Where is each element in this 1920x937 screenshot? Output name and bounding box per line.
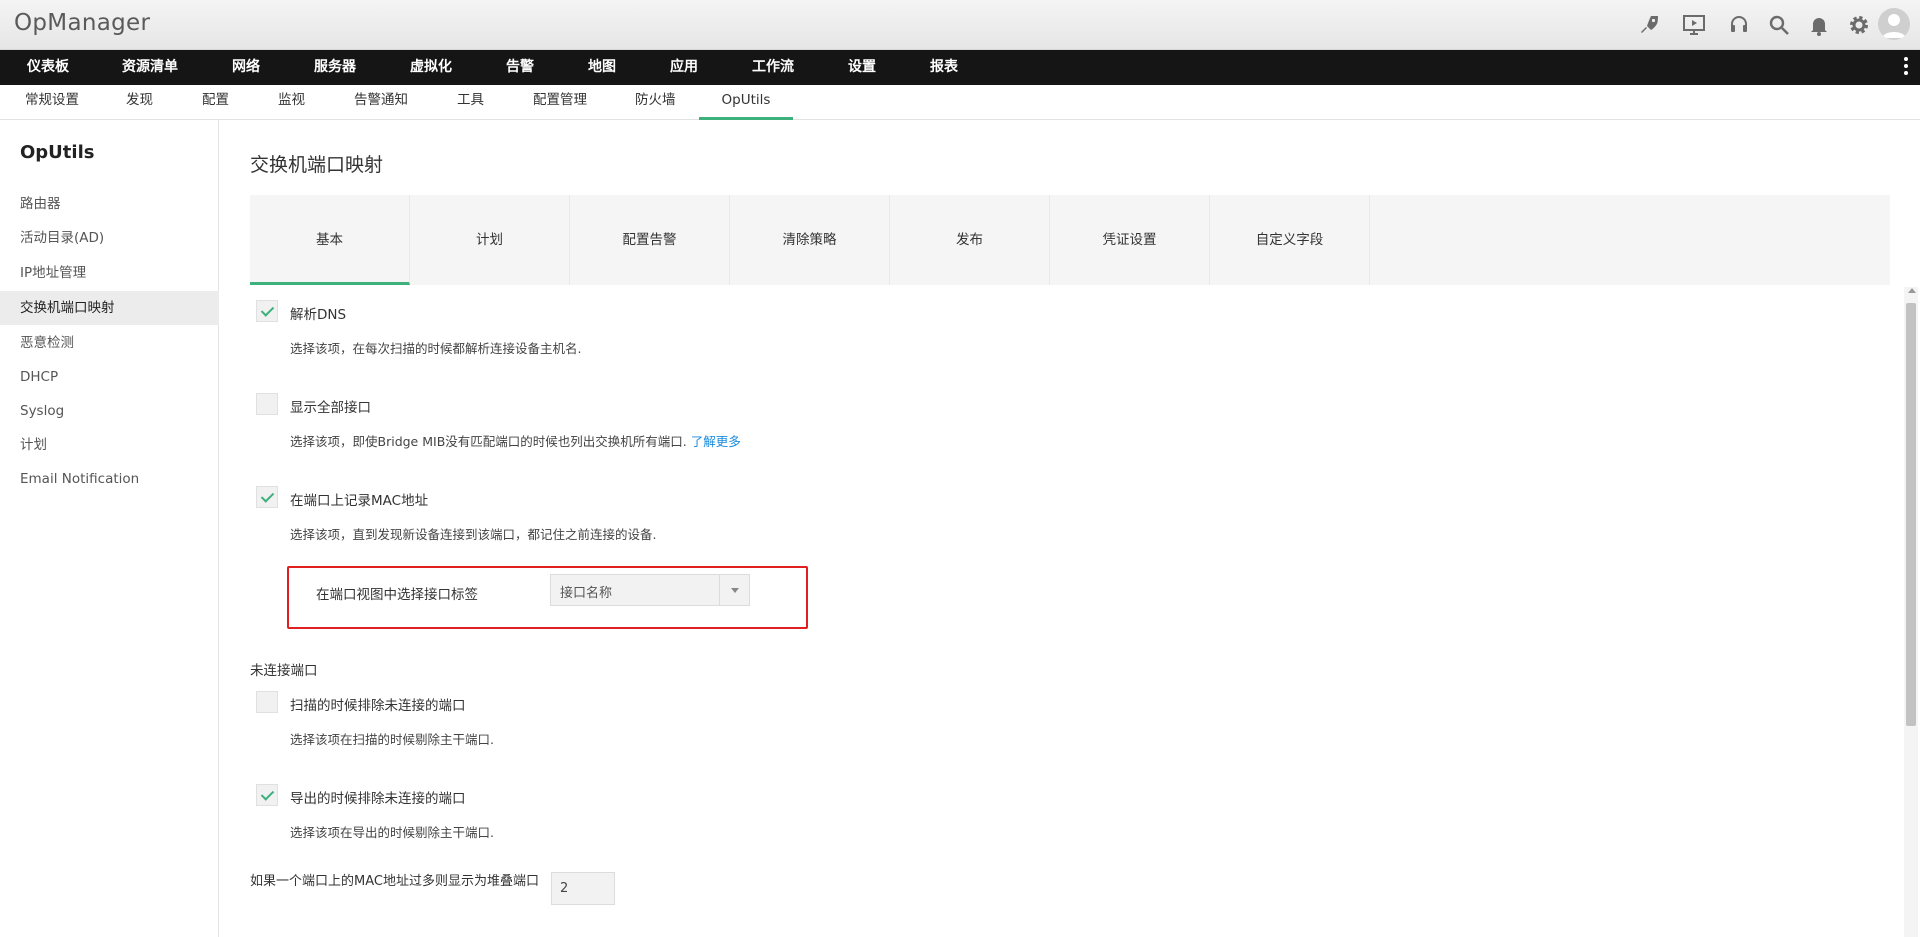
more-menu-icon[interactable] [1902, 55, 1910, 80]
resolve-dns-label: 解析DNS [290, 307, 347, 323]
app-logo[interactable]: OpManager [14, 10, 150, 36]
port-label-select-value: 接口名称 [560, 586, 613, 601]
subnav-general[interactable]: 常规设置 [25, 85, 79, 120]
nav-dashboard[interactable]: 仪表板 [27, 50, 69, 85]
subnav-discovery[interactable]: 发现 [126, 85, 153, 120]
show-all-interfaces-desc: 选择该项，即使Bridge MIB没有匹配端口的时候也列出交换机所有端口. 了解… [290, 434, 741, 449]
sidebar-item-ipam[interactable]: IP地址管理 [0, 256, 219, 290]
page-title: 交换机端口映射 [250, 154, 384, 176]
gear-icon[interactable] [1846, 12, 1872, 38]
subnav-config-mgmt[interactable]: 配置管理 [533, 85, 587, 120]
sidebar-item-ad[interactable]: 活动目录(AD) [0, 221, 219, 255]
sidebar-item-syslog[interactable]: Syslog [0, 394, 219, 428]
subnav-firewall[interactable]: 防火墙 [635, 85, 676, 120]
port-label-setting-label: 在端口视图中选择接口标签 [316, 587, 478, 603]
unconnected-ports-title: 未连接端口 [250, 663, 318, 679]
tab-schedule[interactable]: 计划 [410, 195, 570, 285]
exclude-export-checkbox[interactable] [256, 784, 278, 806]
nav-maps[interactable]: 地图 [588, 50, 616, 85]
sidebar-item-email-notification[interactable]: Email Notification [0, 462, 219, 496]
rocket-icon[interactable] [1636, 12, 1662, 38]
scroll-up-icon[interactable] [1908, 288, 1916, 293]
sidebar: OpUtils 路由器 活动目录(AD) IP地址管理 交换机端口映射 恶意检测… [0, 120, 219, 937]
sidebar-item-rogue-detection[interactable]: 恶意检测 [0, 326, 219, 360]
nav-reports[interactable]: 报表 [930, 50, 958, 85]
nav-apps[interactable]: 应用 [670, 50, 698, 85]
exclude-scan-checkbox[interactable] [256, 691, 278, 713]
subnav-config[interactable]: 配置 [202, 85, 229, 120]
tab-cleanup-policy[interactable]: 清除策略 [730, 195, 890, 285]
record-mac-desc: 选择该项，直到发现新设备连接到该端口，都记住之前连接的设备. [290, 527, 657, 542]
tab-bar: 基本 计划 配置告警 清除策略 发布 凭证设置 自定义字段 [250, 195, 1890, 285]
stacked-port-threshold-input[interactable]: 2 [551, 872, 615, 905]
record-mac-checkbox[interactable] [256, 486, 278, 508]
tab-custom-fields[interactable]: 自定义字段 [1210, 195, 1370, 285]
nav-servers[interactable]: 服务器 [314, 50, 356, 85]
sidebar-title: OpUtils [20, 142, 95, 163]
tab-basic[interactable]: 基本 [250, 195, 410, 285]
resolve-dns-desc: 选择该项，在每次扫描的时候都解析连接设备主机名. [290, 341, 582, 356]
chevron-down-icon[interactable] [719, 575, 749, 605]
subnav-oputils[interactable]: OpUtils [699, 85, 793, 120]
nav-inventory[interactable]: 资源清单 [122, 50, 178, 85]
exclude-scan-label: 扫描的时候排除未连接的端口 [290, 698, 466, 714]
subnav-tools[interactable]: 工具 [457, 85, 484, 120]
exclude-export-label: 导出的时候排除未连接的端口 [290, 791, 466, 807]
sidebar-item-dhcp[interactable]: DHCP [0, 360, 219, 394]
nav-settings[interactable]: 设置 [848, 50, 876, 85]
record-mac-label: 在端口上记录MAC地址 [290, 493, 429, 509]
tab-publish[interactable]: 发布 [890, 195, 1050, 285]
exclude-scan-desc: 选择该项在扫描的时候剔除主干端口. [290, 732, 494, 747]
sub-nav: 常规设置 发现 配置 监视 告警通知 工具 配置管理 防火墙 OpUtils [0, 85, 1920, 120]
bell-icon[interactable] [1806, 12, 1832, 38]
stacked-port-label: 如果一个端口上的MAC地址过多则显示为堆叠端口 [250, 874, 539, 889]
sidebar-item-switch-port-mapper[interactable]: 交换机端口映射 [0, 291, 219, 325]
main-nav: 仪表板 资源清单 网络 服务器 虚拟化 告警 地图 应用 工作流 设置 报表 [0, 50, 1920, 85]
subnav-monitor[interactable]: 监视 [278, 85, 305, 120]
exclude-export-desc: 选择该项在导出的时候剔除主干端口. [290, 825, 494, 840]
show-all-interfaces-label: 显示全部接口 [290, 400, 371, 416]
tab-credentials[interactable]: 凭证设置 [1050, 195, 1210, 285]
learn-more-link[interactable]: 了解更多 [691, 434, 741, 449]
port-label-select[interactable]: 接口名称 [550, 574, 750, 606]
resolve-dns-checkbox[interactable] [256, 300, 278, 322]
headset-icon[interactable] [1726, 12, 1752, 38]
sidebar-item-router[interactable]: 路由器 [0, 187, 219, 221]
presentation-icon[interactable] [1681, 12, 1707, 38]
nav-network[interactable]: 网络 [232, 50, 260, 85]
nav-workflow[interactable]: 工作流 [752, 50, 794, 85]
nav-virtualization[interactable]: 虚拟化 [410, 50, 452, 85]
subnav-notification[interactable]: 告警通知 [354, 85, 408, 120]
sidebar-item-schedule[interactable]: 计划 [0, 428, 219, 462]
tab-config-alarm[interactable]: 配置告警 [570, 195, 730, 285]
show-all-interfaces-checkbox[interactable] [256, 393, 278, 415]
top-header: OpManager [0, 0, 1920, 50]
avatar[interactable] [1878, 8, 1910, 40]
scrollbar-thumb[interactable] [1906, 303, 1916, 726]
search-icon[interactable] [1766, 12, 1792, 38]
nav-alarms[interactable]: 告警 [506, 50, 534, 85]
